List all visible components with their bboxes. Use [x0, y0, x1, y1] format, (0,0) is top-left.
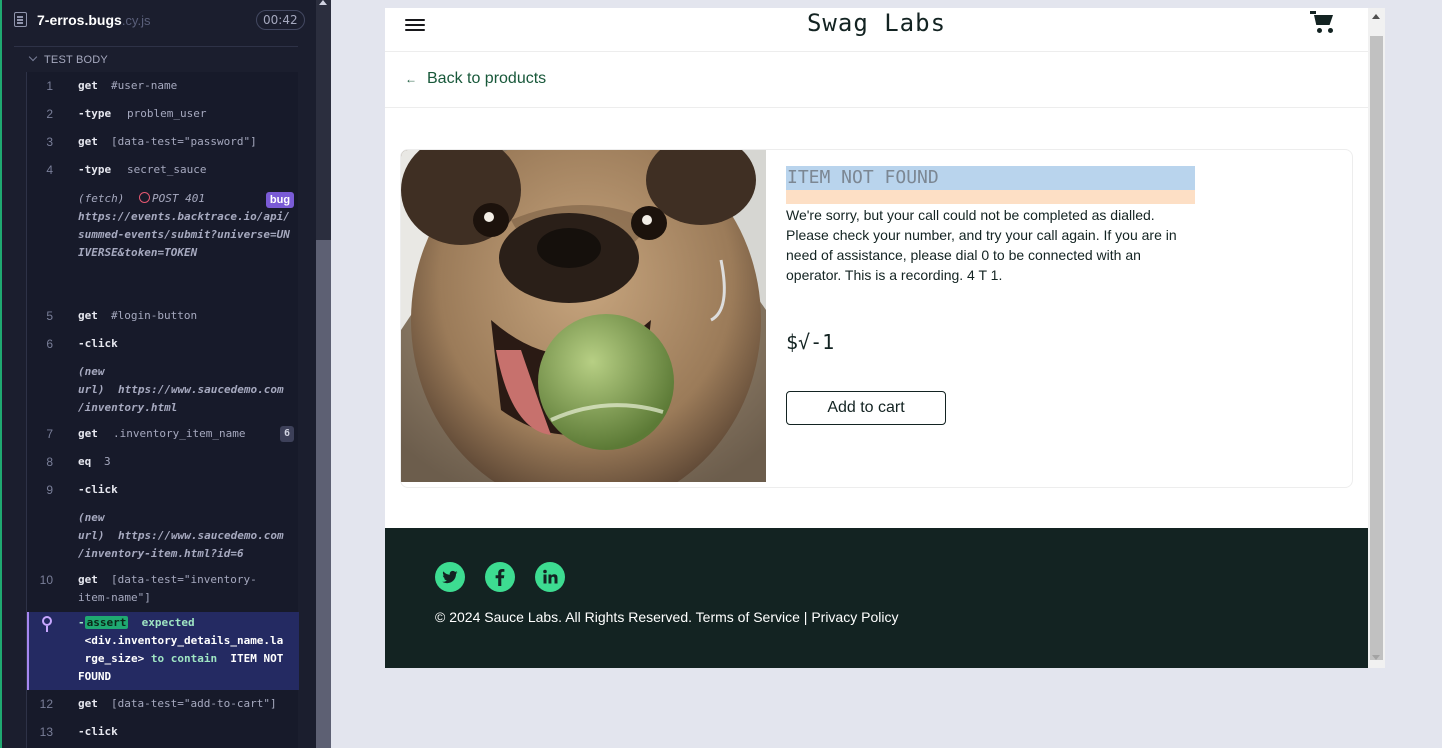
fetch-status: POST 401	[138, 192, 205, 205]
command-arg: [data-test="password"]	[111, 135, 257, 148]
add-to-cart-button[interactable]: Add to cart	[786, 391, 946, 425]
command-name: -click	[78, 337, 118, 350]
product-price: $√-1	[786, 330, 835, 354]
assert-chip: assert	[84, 616, 129, 629]
command-arg: [data-test="add-to-cart"]	[111, 697, 277, 710]
test-body-toggle[interactable]: TEST BODY	[26, 52, 298, 72]
command-arg: secret_sauce	[127, 163, 207, 176]
command-number: 7	[46, 427, 53, 441]
app-footer: © 2024 Sauce Labs. All Rights Reserved. …	[385, 528, 1368, 668]
command-number: 2	[46, 107, 53, 121]
command-arg: .inventory_item_name	[113, 427, 246, 440]
command-number: 10	[39, 573, 53, 587]
spec-duration: 00:42	[256, 10, 305, 30]
file-icon	[14, 12, 27, 27]
spec-header[interactable]: 7-erros.bugs.cy.js 00:42	[0, 0, 305, 44]
linkedin-icon[interactable]	[535, 562, 565, 592]
command-name: get	[78, 309, 98, 322]
command-name: get	[78, 697, 98, 710]
command-name: get	[78, 79, 98, 92]
back-link-label: Back to products	[427, 70, 547, 87]
command-arg: problem_user	[127, 107, 207, 120]
app-header: Swag Labs	[385, 8, 1368, 52]
command-arg: #login-button	[111, 309, 198, 322]
hamburger-menu-icon[interactable]	[405, 16, 425, 32]
command-arg: 3	[104, 455, 111, 468]
pass-accent-bar	[0, 0, 2, 748]
spec-name: 7-erros.bugs.cy.js	[37, 12, 151, 28]
command-name: get	[78, 427, 98, 440]
command-name: get	[78, 573, 98, 586]
product-description: We're sorry, but your call could not be …	[786, 207, 1177, 283]
active-assert-row[interactable]: - assert expected <div.inventory_details_…	[27, 612, 299, 690]
fetch-log-row[interactable]: (fetch) POST 401 https://events.backtrac…	[27, 190, 299, 298]
command-name: -click	[78, 725, 118, 738]
new-url-details: (new url) https://www.saucedemo.com /inv…	[78, 365, 284, 414]
command-name: get	[78, 135, 98, 148]
cypress-reporter: 7-erros.bugs.cy.js 00:42 TEST BODY 1 get…	[0, 0, 316, 748]
fetch-details: (fetch) POST 401 https://events.backtrac…	[78, 190, 296, 262]
command-number: 6	[46, 337, 53, 351]
facebook-icon[interactable]	[485, 562, 515, 592]
product-details-card: ITEM NOT FOUND We're sorry, but your cal…	[400, 149, 1353, 488]
command-log: 1 get #user-name 2 -type problem_user 3 …	[26, 72, 299, 748]
command-number: 4	[46, 163, 53, 177]
command-name: -click	[78, 483, 118, 496]
alias-badge: bug	[266, 192, 294, 208]
app-scrollbar[interactable]	[1368, 8, 1385, 668]
command-arg: [data-test="inventory-	[111, 573, 257, 586]
app-preview-frame: Swag Labs ← Back to products ITEM NOT FO…	[385, 8, 1368, 668]
command-number: 3	[46, 135, 53, 149]
secondary-header: ← Back to products	[385, 52, 1368, 108]
command-name: eq	[78, 455, 92, 468]
element-count-badge: 6	[280, 426, 294, 442]
command-number: 1	[46, 79, 53, 93]
new-url-details: (new url) https://www.saucedemo.com /inv…	[78, 511, 284, 560]
scroll-up-icon[interactable]	[319, 0, 327, 5]
command-number: 9	[46, 483, 53, 497]
command-arg: #user-name	[111, 79, 178, 92]
scroll-down-icon[interactable]	[1372, 655, 1380, 660]
arrow-left-icon: ←	[405, 72, 417, 86]
section-label: TEST BODY	[44, 54, 108, 66]
fetch-label: (fetch)	[78, 192, 125, 205]
command-row[interactable]: 10 get [data-test="inventory- item-name"…	[27, 573, 299, 609]
command-number: 13	[39, 725, 53, 739]
command-number: 5	[46, 309, 53, 323]
product-image	[401, 150, 766, 482]
app-logo: Swag Labs	[806, 9, 947, 37]
chevron-down-icon	[28, 52, 38, 62]
shopping-cart-icon[interactable]	[1310, 10, 1340, 34]
pin-icon	[42, 616, 52, 632]
app-scrollbar-thumb[interactable]	[1370, 36, 1383, 660]
command-name: -type	[78, 107, 112, 120]
failed-circle-icon	[138, 192, 150, 203]
assert-text: - assert expected <div.inventory_details_…	[78, 616, 284, 683]
divider	[14, 46, 298, 47]
twitter-icon[interactable]	[435, 562, 465, 592]
fetch-url: https://events.backtrace.io/api/summed-e…	[78, 210, 290, 259]
scroll-up-icon[interactable]	[1372, 14, 1380, 19]
command-arg: item-name"]	[78, 591, 151, 604]
command-name: -type	[78, 163, 112, 176]
command-number: 8	[46, 455, 53, 469]
command-number: 12	[39, 697, 53, 711]
back-to-products-button[interactable]: ← Back to products	[405, 70, 546, 88]
product-title: ITEM NOT FOUND	[786, 166, 1195, 204]
reporter-scrollbar-thumb[interactable]	[316, 240, 331, 748]
footer-copyright: © 2024 Sauce Labs. All Rights Reserved. …	[435, 609, 899, 625]
